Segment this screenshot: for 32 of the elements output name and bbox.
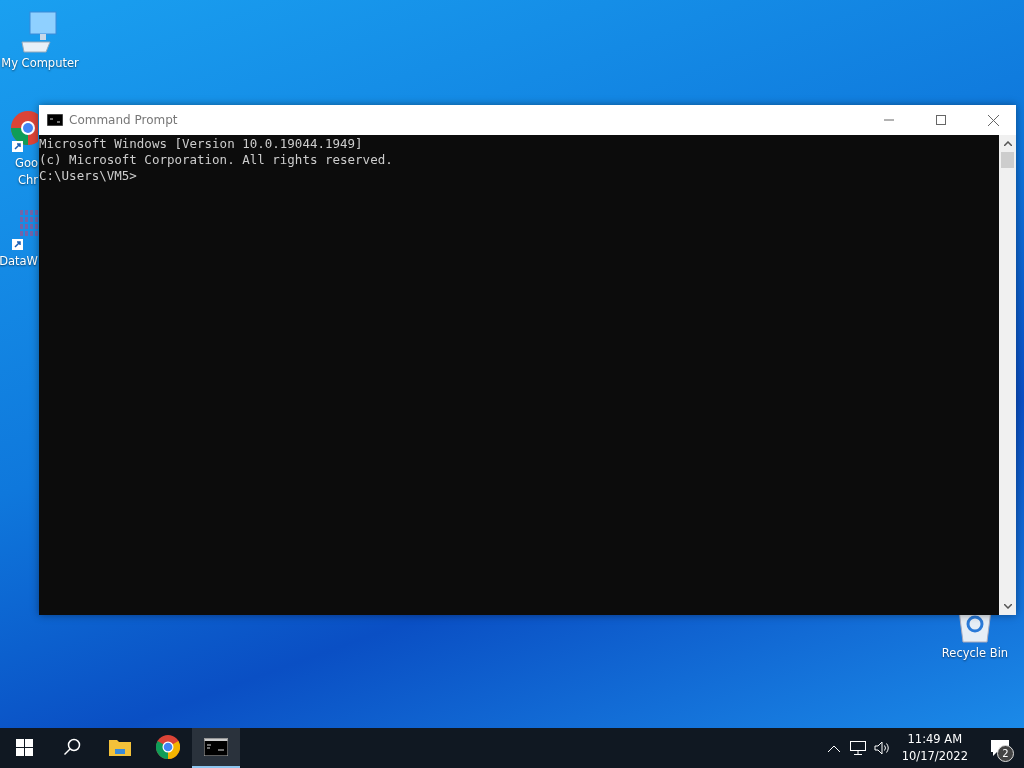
computer-icon	[20, 10, 60, 54]
icon-label: DataW	[0, 254, 38, 269]
caret-down-icon	[1003, 604, 1012, 609]
taskbar-button[interactable]	[192, 728, 240, 768]
caret-up-icon[interactable]	[827, 744, 840, 752]
icon-label: Chr	[17, 173, 38, 188]
scroll-thumb[interactable]	[1001, 152, 1014, 168]
icon-label: Recycle Bin	[941, 646, 1009, 661]
windows-logo-icon	[15, 738, 33, 756]
network-icon[interactable]	[849, 741, 866, 755]
icon-label: Goo	[15, 156, 38, 171]
notifications-button[interactable]: 2	[976, 728, 1024, 768]
icon-label: My Computer	[1, 56, 79, 71]
caret-up-icon	[1003, 141, 1012, 146]
folder-icon	[109, 738, 131, 756]
volume-icon[interactable]	[873, 741, 890, 755]
close-icon	[987, 114, 999, 126]
time-text: 11:49 AM	[907, 731, 963, 748]
maximize-icon	[936, 115, 946, 125]
scrollbar[interactable]	[999, 135, 1016, 615]
notification-count: 2	[997, 745, 1014, 762]
window-title: Command Prompt	[69, 113, 179, 127]
terminal-icon	[204, 738, 228, 756]
search-icon	[63, 738, 81, 756]
console-line: (c) Microsoft Corporation. All rights reserved.	[39, 152, 394, 168]
clock[interactable]: 11:49 AM 10/17/2022	[893, 728, 976, 768]
date-text: 10/17/2022	[901, 748, 968, 765]
console-line: Microsoft Windows [Version 10.0.19044.1949]	[39, 136, 364, 152]
terminal-icon	[47, 114, 63, 126]
chrome-icon	[156, 735, 180, 759]
console-area[interactable]: Microsoft Windows [Version 10.0.19044.1949] (c) Microsoft Corporation. All rights reserved. C:\Users\VM5>	[39, 135, 999, 615]
console-line: C:\Users\VM5>	[39, 168, 138, 184]
